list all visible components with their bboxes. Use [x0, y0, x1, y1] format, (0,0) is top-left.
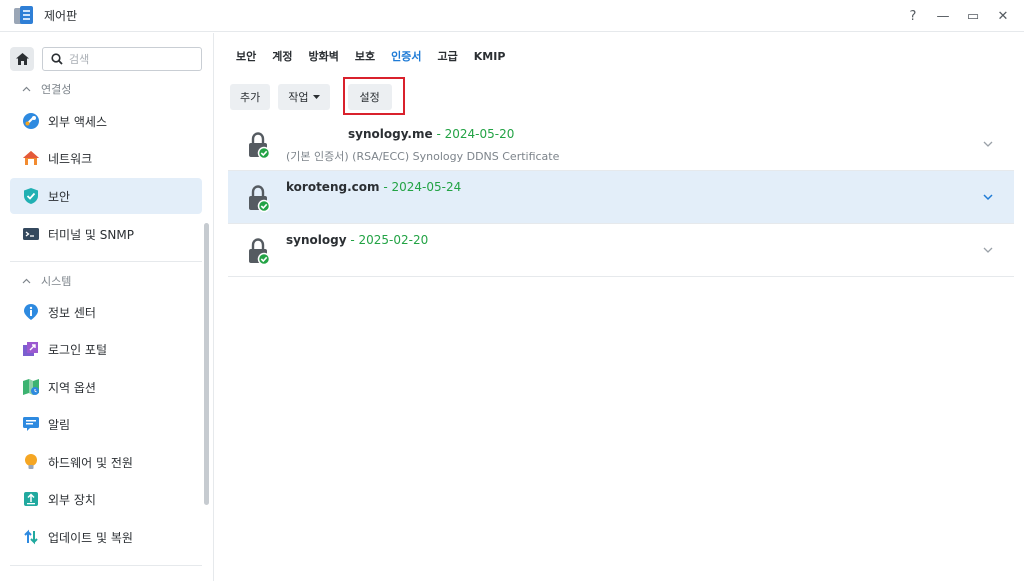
tab-account[interactable]: 계정 [264, 40, 300, 74]
sidebar: 연결성 외부 액세스 네트워크 보안 터미널 및 SNMP 시스템 정보 센터 [0, 33, 214, 581]
login-portal-icon [22, 340, 40, 358]
certificate-title: synology - 2025-02-20 [286, 233, 429, 247]
shield-icon [22, 187, 40, 205]
lock-icon [249, 132, 270, 160]
sidebar-item-terminal-snmp[interactable]: 터미널 및 SNMP [10, 216, 202, 252]
maximize-button[interactable]: ▭ [966, 9, 980, 24]
chevron-down-icon[interactable] [982, 138, 994, 150]
group-label: 연결성 [41, 83, 72, 96]
sidebar-item-login-portal[interactable]: 로그인 포털 [10, 331, 202, 367]
sidebar-item-network[interactable]: 네트워크 [10, 140, 202, 176]
tab-firewall[interactable]: 방화벽 [301, 40, 347, 74]
search-icon [51, 53, 63, 65]
certificate-date: 2025-02-20 [358, 233, 429, 247]
notification-icon [22, 415, 40, 433]
sidebar-item-info-center[interactable]: 정보 센터 [10, 294, 202, 330]
control-panel-icon [14, 5, 34, 26]
tab-kmip[interactable]: KMIP [466, 40, 514, 74]
sidebar-scrollbar[interactable] [204, 223, 209, 505]
tab-bar: 보안 계정 방화벽 보호 인증서 고급 KMIP [228, 40, 513, 74]
external-device-icon [22, 490, 40, 508]
sidebar-item-external-devices[interactable]: 외부 장치 [10, 481, 202, 517]
regional-options-icon [22, 378, 40, 396]
window-title: 제어판 [44, 9, 78, 23]
help-button[interactable]: ? [906, 9, 920, 24]
network-icon [22, 149, 40, 167]
info-icon [22, 303, 40, 321]
window-controls: ? — ▭ ✕ [906, 0, 1010, 32]
certificate-description: (기본 인증서) (RSA/ECC) Synology DDNS Certifi… [286, 150, 560, 163]
lock-icon [249, 185, 270, 213]
certificate-row[interactable]: synology.me - 2024-05-20 (기본 인증서) (RSA/E… [228, 118, 1014, 171]
certificate-list: synology.me - 2024-05-20 (기본 인증서) (RSA/E… [228, 118, 1014, 277]
sidebar-item-security[interactable]: 보안 [10, 178, 202, 214]
chevron-up-icon [22, 86, 31, 92]
search-box[interactable] [42, 47, 202, 71]
chevron-down-icon[interactable] [982, 244, 994, 256]
sidebar-item-notification[interactable]: 알림 [10, 406, 202, 442]
settings-button-highlight [343, 77, 405, 115]
add-button[interactable]: 추가 [230, 84, 271, 110]
tab-advanced[interactable]: 고급 [430, 40, 466, 74]
sidebar-item-hardware-power[interactable]: 하드웨어 및 전원 [10, 444, 202, 480]
tab-protection[interactable]: 보호 [347, 40, 383, 74]
certificate-row[interactable]: koroteng.com - 2024-05-24 [228, 171, 1014, 224]
action-button[interactable]: 작업 [278, 84, 330, 110]
certificate-title: synology.me - 2024-05-20 [348, 127, 515, 141]
group-connectivity[interactable]: 연결성 [22, 81, 71, 97]
minimize-button[interactable]: — [936, 9, 950, 24]
terminal-icon [22, 225, 40, 243]
tab-certificate[interactable]: 인증서 [383, 40, 429, 74]
home-icon [15, 53, 29, 65]
close-button[interactable]: ✕ [996, 9, 1010, 24]
search-input[interactable] [69, 52, 189, 66]
tab-security[interactable]: 보안 [228, 40, 264, 74]
certificate-row[interactable]: synology - 2025-02-20 [228, 224, 1014, 277]
certificate-date: 2024-05-24 [391, 180, 462, 194]
chevron-up-icon [22, 278, 31, 284]
sidebar-divider [10, 565, 202, 566]
lock-icon [249, 238, 270, 266]
lightbulb-icon [22, 453, 40, 471]
sidebar-divider [10, 261, 202, 262]
certificate-date: 2024-05-20 [444, 127, 515, 141]
sidebar-item-update-restore[interactable]: 업데이트 및 복원 [10, 519, 202, 555]
group-label: 시스템 [41, 275, 72, 288]
home-button[interactable] [10, 47, 34, 71]
sidebar-item-external-access[interactable]: 외부 액세스 [10, 103, 202, 139]
group-system[interactable]: 시스템 [22, 273, 71, 289]
sidebar-item-regional-options[interactable]: 지역 옵션 [10, 369, 202, 405]
certificate-title: koroteng.com - 2024-05-24 [286, 180, 462, 194]
title-bar: 제어판 ? — ▭ ✕ [0, 0, 1024, 32]
caret-down-icon [312, 94, 320, 99]
update-restore-icon [22, 528, 40, 546]
chevron-down-icon[interactable] [982, 191, 994, 203]
external-access-icon [22, 112, 40, 130]
